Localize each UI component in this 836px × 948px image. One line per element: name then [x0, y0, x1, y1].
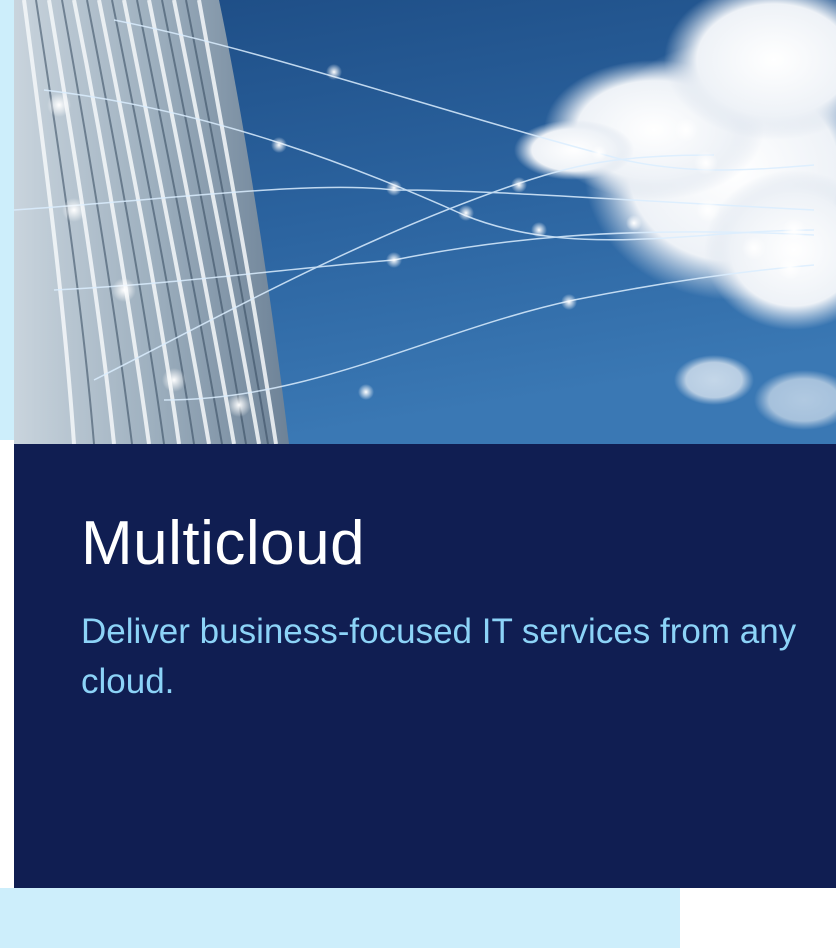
hero-image: [14, 0, 836, 444]
accent-background-bottom: [0, 888, 680, 948]
card-title: Multicloud: [81, 509, 366, 578]
accent-background-top: [0, 0, 14, 440]
building-cloud-network-image: [14, 0, 836, 444]
multicloud-card[interactable]: Multicloud Deliver business-focused IT s…: [14, 0, 836, 888]
text-panel: Multicloud Deliver business-focused IT s…: [14, 444, 836, 888]
card-tagline: Deliver business-focused IT services fro…: [81, 612, 797, 701]
